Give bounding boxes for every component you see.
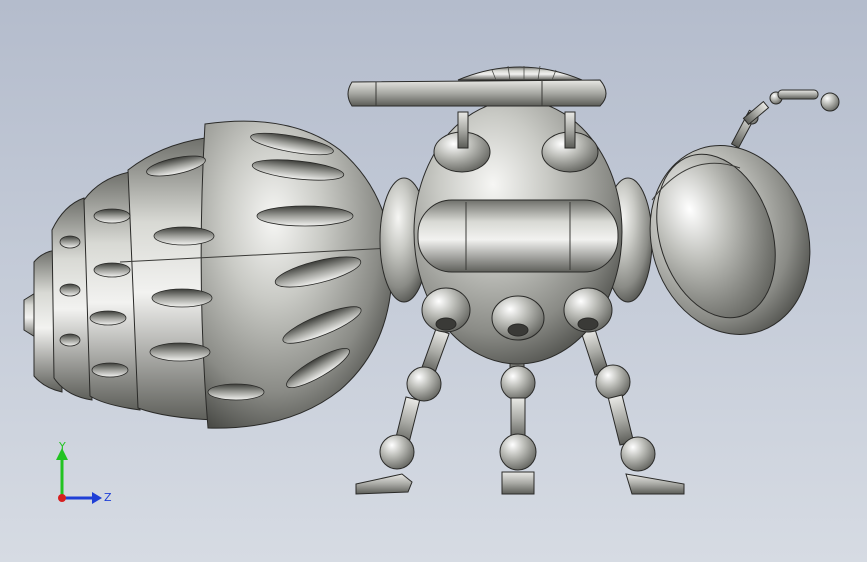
foot-middle (501, 471, 535, 495)
antenna[interactable] (730, 89, 840, 149)
leg-right (580, 328, 685, 495)
cad-graphics-viewport[interactable]: Y Z (0, 0, 867, 562)
axis-triad: Y Z (56, 440, 112, 504)
head-dome (457, 66, 583, 81)
robot-bee-model[interactable] (0, 0, 867, 562)
z-axis-arrow (92, 492, 102, 504)
stalk-right (564, 111, 576, 149)
z-axis-label: Z (104, 491, 112, 504)
head-plate (347, 79, 607, 107)
thorax[interactable] (379, 99, 653, 365)
abdomen[interactable] (23, 120, 393, 429)
thorax-belt (417, 199, 619, 273)
stalk-left (457, 111, 469, 149)
foot-left (355, 473, 413, 495)
y-axis-label: Y (58, 440, 66, 453)
triad-origin (58, 494, 66, 502)
foot-right (625, 473, 685, 495)
antenna-tip (820, 92, 840, 112)
wing[interactable] (626, 125, 834, 356)
